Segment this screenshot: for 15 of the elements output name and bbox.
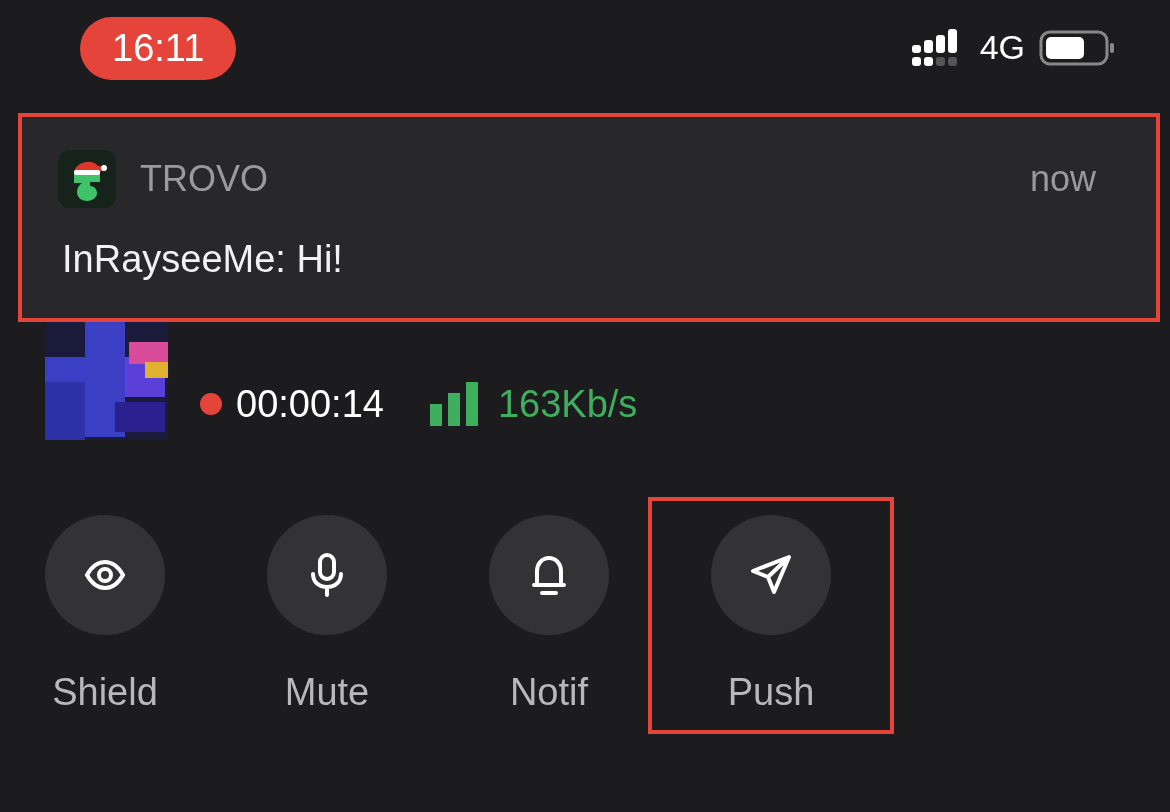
app-icon <box>58 150 116 208</box>
stream-bitrate: 163Kb/s <box>497 382 638 426</box>
action-label: Notif <box>509 671 589 714</box>
app-name: TROVO <box>140 158 268 200</box>
notification-time: now <box>1029 158 1096 200</box>
stream-duration: 00:00:14 <box>236 382 384 426</box>
battery-icon <box>1039 29 1115 66</box>
clock-time: 16:11 <box>80 17 237 80</box>
action-label: Push <box>727 671 815 714</box>
bitrate-signal-icon <box>429 382 478 426</box>
action-label: Shield <box>52 671 158 714</box>
notification-message: InRayseeMe: Hi! <box>62 238 344 281</box>
network-type: 4G <box>979 28 1025 67</box>
action-label: Mute <box>284 671 370 714</box>
notification-card[interactable]: TROVO now InRayseeMe: Hi! <box>18 113 1160 322</box>
